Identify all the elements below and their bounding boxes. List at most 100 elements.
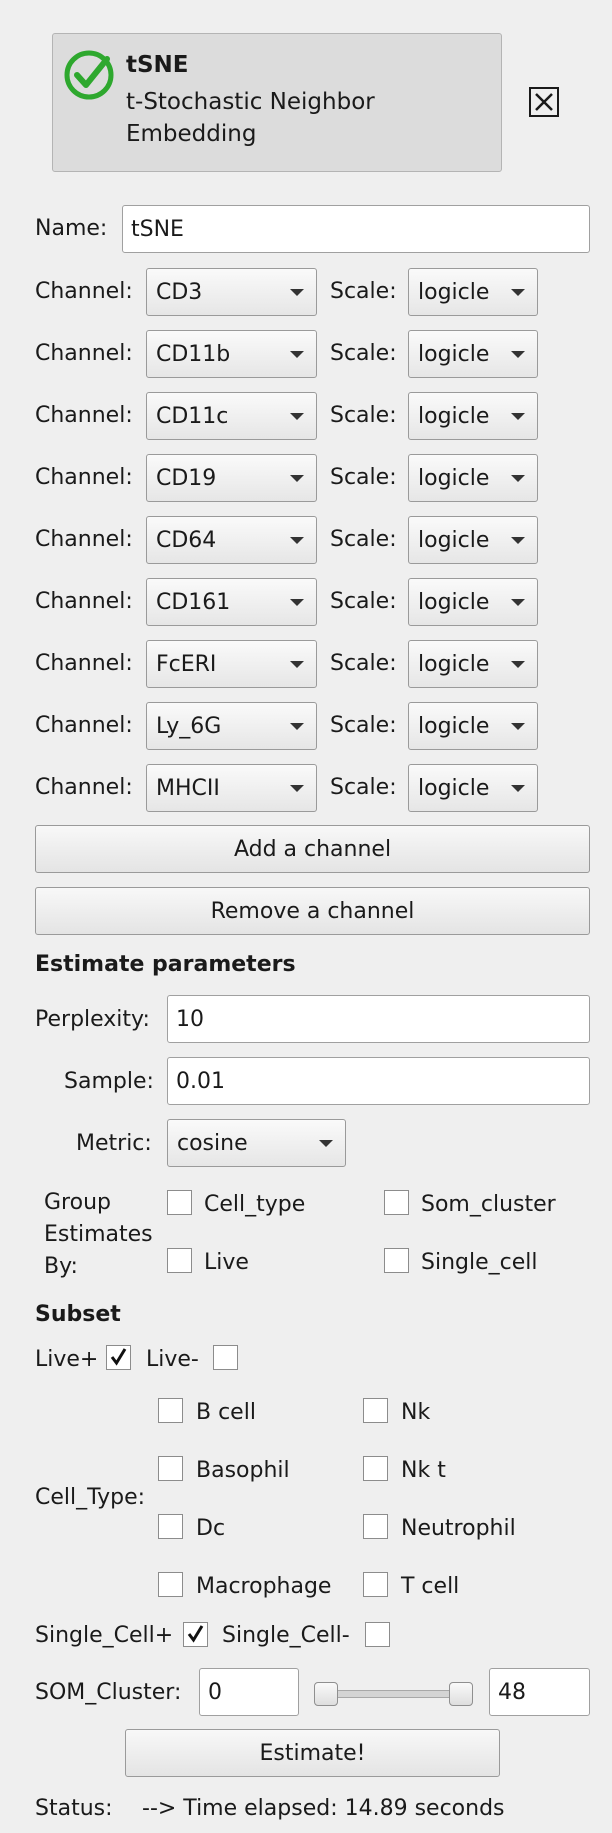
plugin-description: t-Stochastic Neighbor Embedding (126, 89, 375, 147)
channel-select[interactable]: CD3 (146, 268, 317, 316)
channel-label: Channel: (35, 713, 133, 738)
channel-value: Ly_6G (156, 713, 222, 739)
scale-label: Scale: (330, 713, 397, 738)
cell-type-checkbox[interactable] (363, 1572, 388, 1597)
channel-select[interactable]: CD19 (146, 454, 317, 502)
som-range-max-handle[interactable] (449, 1682, 473, 1706)
scale-select[interactable]: logicle (408, 702, 538, 750)
add-channel-button[interactable]: Add a channel (35, 825, 590, 873)
chevron-down-icon (511, 599, 525, 606)
live-minus-checkbox[interactable] (213, 1345, 238, 1370)
checkmark-icon (187, 1625, 204, 1643)
chevron-down-icon (511, 289, 525, 296)
sample-input[interactable]: 0.01 (167, 1057, 590, 1105)
channel-select[interactable]: MHCII (146, 764, 317, 812)
channel-label: Channel: (35, 465, 133, 490)
scale-label: Scale: (330, 775, 397, 800)
chevron-down-icon (290, 723, 304, 730)
scale-label: Scale: (330, 465, 397, 490)
live-plus-checkbox[interactable] (106, 1345, 131, 1370)
scale-value: logicle (418, 341, 490, 367)
cell-type-option-label: Dc (196, 1516, 226, 1541)
chevron-down-icon (511, 661, 525, 668)
scale-select[interactable]: logicle (408, 392, 538, 440)
cell-type-checkbox[interactable] (363, 1514, 388, 1539)
som-max-input[interactable]: 48 (489, 1668, 590, 1716)
scale-select[interactable]: logicle (408, 578, 538, 626)
chevron-down-icon (290, 785, 304, 792)
channel-value: CD19 (156, 465, 217, 491)
cell-type-option-label: B cell (196, 1400, 256, 1425)
scale-select[interactable]: logicle (408, 640, 538, 688)
channel-select[interactable]: CD161 (146, 578, 317, 626)
remove-channel-button[interactable]: Remove a channel (35, 887, 590, 935)
cell-type-option-label: Nk (401, 1400, 431, 1425)
som-range-slider-track[interactable] (325, 1690, 467, 1698)
group-label-line-1: Group (44, 1190, 111, 1215)
scale-value: logicle (418, 713, 490, 739)
channel-select[interactable]: CD64 (146, 516, 317, 564)
close-button[interactable] (529, 87, 559, 117)
cell-type-checkbox[interactable] (158, 1572, 183, 1597)
channel-label: Channel: (35, 279, 133, 304)
scale-value: logicle (418, 465, 490, 491)
channel-label: Channel: (35, 341, 133, 366)
som-min-input[interactable]: 0 (199, 1668, 299, 1716)
group-by-option-label: Som_cluster (421, 1192, 556, 1217)
channel-select[interactable]: FcERI (146, 640, 317, 688)
channel-value: CD64 (156, 527, 217, 553)
group-by-checkbox[interactable] (167, 1248, 192, 1273)
channel-label: Channel: (35, 775, 133, 800)
group-by-option-label: Single_cell (421, 1250, 538, 1275)
group-label-line-2: Estimates (44, 1222, 153, 1247)
cell-type-checkbox[interactable] (158, 1398, 183, 1423)
cell-type-checkbox[interactable] (158, 1456, 183, 1481)
scale-select[interactable]: logicle (408, 516, 538, 564)
group-by-checkbox[interactable] (384, 1190, 409, 1215)
metric-select[interactable]: cosine (167, 1119, 346, 1167)
single-cell-plus-checkbox[interactable] (183, 1622, 208, 1647)
cell-type-option-label: Macrophage (196, 1574, 332, 1599)
cell-type-checkbox[interactable] (158, 1514, 183, 1539)
sample-label: Sample: (64, 1069, 154, 1094)
chevron-down-icon (290, 413, 304, 420)
chevron-down-icon (290, 537, 304, 544)
scale-select[interactable]: logicle (408, 268, 538, 316)
scale-value: logicle (418, 279, 490, 305)
channel-select[interactable]: CD11b (146, 330, 317, 378)
channel-select[interactable]: Ly_6G (146, 702, 317, 750)
scale-value: logicle (418, 527, 490, 553)
name-input[interactable]: tSNE (122, 205, 590, 253)
chevron-down-icon (319, 1140, 333, 1147)
cell-type-option-label: T cell (401, 1574, 460, 1599)
channel-label: Channel: (35, 403, 133, 428)
name-label: Name: (35, 216, 108, 241)
cell-type-label: Cell_Type: (35, 1485, 146, 1510)
scale-select[interactable]: logicle (408, 330, 538, 378)
chevron-down-icon (511, 413, 525, 420)
scale-label: Scale: (330, 403, 397, 428)
group-by-checkbox[interactable] (384, 1248, 409, 1273)
chevron-down-icon (511, 537, 525, 544)
chevron-down-icon (511, 475, 525, 482)
scale-select[interactable]: logicle (408, 454, 538, 502)
chevron-down-icon (511, 351, 525, 358)
estimate-button[interactable]: Estimate! (125, 1729, 500, 1777)
scale-select[interactable]: logicle (408, 764, 538, 812)
group-by-option-label: Cell_type (204, 1192, 306, 1217)
cell-type-checkbox[interactable] (363, 1398, 388, 1423)
chevron-down-icon (290, 599, 304, 606)
scale-label: Scale: (330, 341, 397, 366)
som-range-min-handle[interactable] (314, 1682, 338, 1706)
scale-label: Scale: (330, 527, 397, 552)
cell-type-option-label: Neutrophil (401, 1516, 516, 1541)
scale-value: logicle (418, 403, 490, 429)
perplexity-input[interactable]: 10 (167, 995, 590, 1043)
status-text: --> Time elapsed: 14.89 seconds (142, 1796, 505, 1821)
channel-select[interactable]: CD11c (146, 392, 317, 440)
single-cell-minus-checkbox[interactable] (365, 1622, 390, 1647)
group-by-checkbox[interactable] (167, 1190, 192, 1215)
channel-value: CD11b (156, 341, 231, 367)
channel-label: Channel: (35, 527, 133, 552)
cell-type-checkbox[interactable] (363, 1456, 388, 1481)
